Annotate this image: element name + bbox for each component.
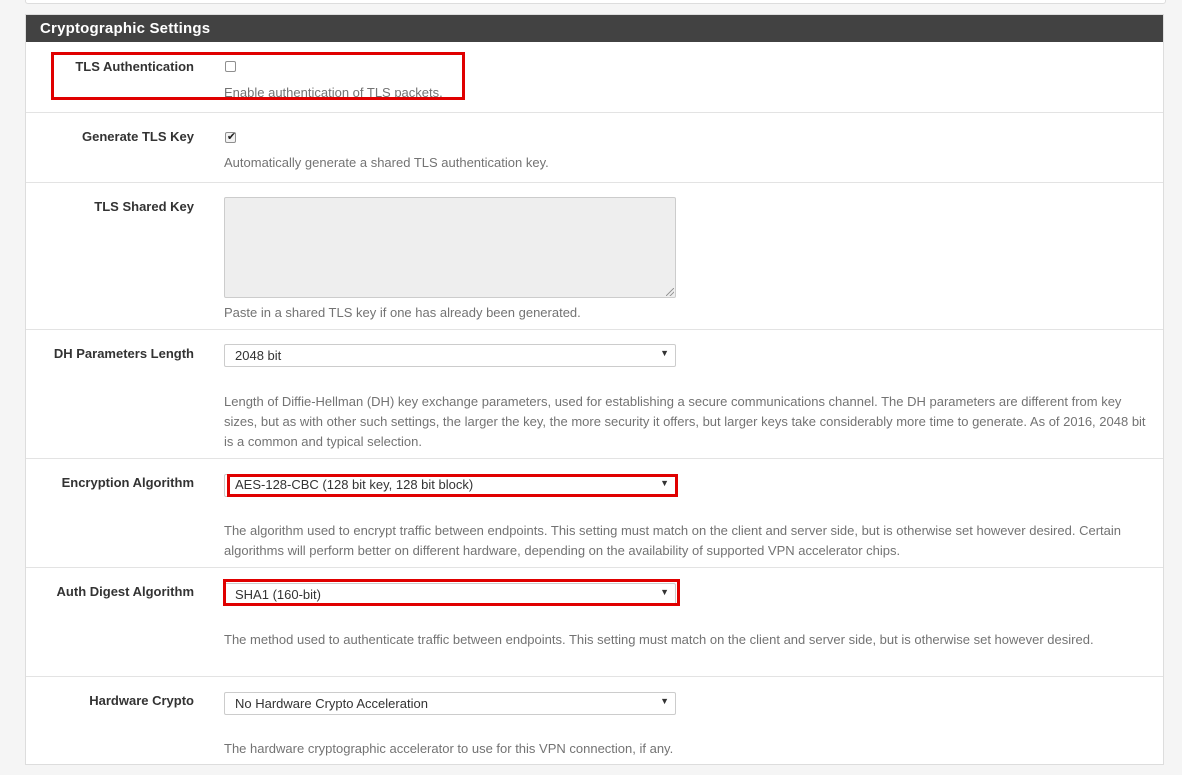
highlight-auth-digest-algorithm bbox=[223, 579, 680, 606]
tls-shared-key-textarea[interactable] bbox=[224, 197, 676, 298]
row-dh-parameters-length: DH Parameters Length 2048 bit ▼ Length o… bbox=[26, 329, 1163, 458]
generate-tls-key-help: Automatically generate a shared TLS auth… bbox=[224, 155, 549, 170]
hardware-crypto-label: Hardware Crypto bbox=[89, 693, 194, 708]
generate-tls-key-checkbox[interactable]: ✔ bbox=[225, 131, 237, 143]
hardware-crypto-select[interactable]: No Hardware Crypto Acceleration ▼ bbox=[224, 692, 676, 715]
tls-shared-key-help: Paste in a shared TLS key if one has alr… bbox=[224, 305, 581, 320]
hardware-crypto-help: The hardware cryptographic accelerator t… bbox=[224, 741, 674, 756]
check-icon: ✔ bbox=[226, 131, 237, 143]
row-hardware-crypto: Hardware Crypto No Hardware Crypto Accel… bbox=[26, 676, 1163, 765]
encryption-algorithm-help: The algorithm used to encrypt traffic be… bbox=[224, 523, 1121, 558]
resize-grip-icon[interactable] bbox=[666, 288, 674, 296]
encryption-algorithm-label: Encryption Algorithm bbox=[61, 475, 194, 490]
dh-parameters-length-help: Length of Diffie-Hellman (DH) key exchan… bbox=[224, 394, 1146, 449]
dh-parameters-length-select[interactable]: 2048 bit ▼ bbox=[224, 344, 676, 367]
tls-shared-key-label: TLS Shared Key bbox=[94, 199, 194, 214]
auth-digest-algorithm-label: Auth Digest Algorithm bbox=[56, 584, 194, 599]
dh-parameters-length-value: 2048 bit bbox=[235, 348, 282, 363]
highlight-encryption-algorithm bbox=[227, 474, 678, 497]
panel-heading: Cryptographic Settings bbox=[26, 15, 1163, 42]
previous-panel-edge bbox=[25, 0, 1166, 4]
highlight-tls-authentication bbox=[51, 52, 465, 100]
crypto-settings-panel: Cryptographic Settings TLS Authenticatio… bbox=[25, 14, 1164, 765]
chevron-down-icon: ▼ bbox=[660, 696, 669, 706]
row-generate-tls-key: Generate TLS Key ✔ Automatically generat… bbox=[26, 112, 1163, 182]
generate-tls-key-label: Generate TLS Key bbox=[82, 129, 194, 144]
auth-digest-algorithm-help: The method used to authenticate traffic … bbox=[224, 632, 1094, 647]
hardware-crypto-value: No Hardware Crypto Acceleration bbox=[235, 696, 428, 711]
row-tls-shared-key: TLS Shared Key Paste in a shared TLS key… bbox=[26, 182, 1163, 329]
dh-parameters-length-label: DH Parameters Length bbox=[53, 346, 194, 361]
chevron-down-icon: ▼ bbox=[660, 348, 669, 358]
